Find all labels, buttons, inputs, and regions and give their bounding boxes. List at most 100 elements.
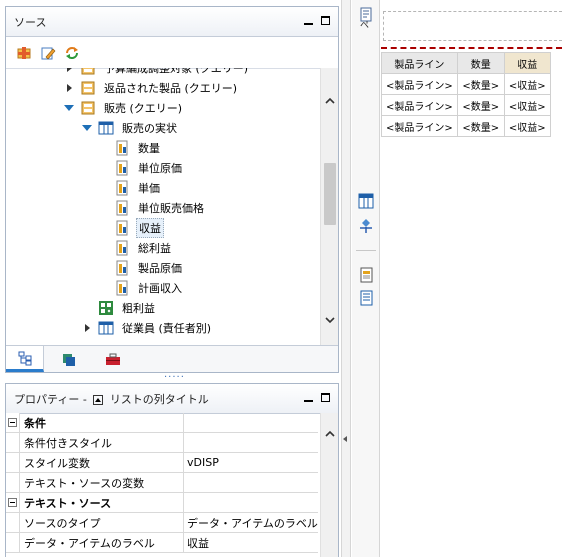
collapse-arrow-icon[interactable] <box>343 436 347 442</box>
tab-toolbox[interactable] <box>94 346 132 372</box>
property-value[interactable]: データ・アイテムのラベル <box>184 513 318 532</box>
list-row: <製品ライン> <数量> <収益> <box>381 94 551 116</box>
tree-item[interactable]: 単位原価 <box>114 158 184 178</box>
property-group-row[interactable]: テキスト・ソース <box>6 493 318 513</box>
property-value[interactable] <box>184 493 318 512</box>
property-value[interactable] <box>184 413 318 432</box>
insert-table-button[interactable] <box>357 192 375 210</box>
list-column-title-selected[interactable]: 収益 <box>503 52 551 74</box>
minimize-button[interactable] <box>304 399 313 402</box>
tree-item[interactable]: 計画収入 <box>114 278 184 298</box>
property-row[interactable]: ソースのタイプ データ・アイテムのラベル <box>6 513 318 533</box>
properties-panel-title: プロパティー - リストの列タイトル <box>14 391 209 407</box>
list-cell[interactable]: <数量> <box>456 94 505 116</box>
expand-right-icon[interactable] <box>64 68 74 73</box>
expand-down-icon[interactable] <box>64 103 74 113</box>
tree-item[interactable]: 返品された製品 (クエリー) <box>64 78 239 98</box>
collapse-group-icon[interactable] <box>8 418 17 427</box>
document-list-icon <box>360 290 373 306</box>
list-cell[interactable]: <製品ライン> <box>381 115 458 137</box>
select-ancestor-icon[interactable] <box>93 394 104 405</box>
list-cell[interactable]: <数量> <box>456 73 505 95</box>
tree-item[interactable]: 数量 <box>114 138 162 158</box>
tree-item[interactable]: 予算編成調整対象 (クエリー) <box>64 68 250 78</box>
tree-item-label: 販売 (クエリー) <box>104 102 183 115</box>
tab-data-items[interactable] <box>50 346 88 372</box>
list-cell[interactable]: <製品ライン> <box>381 73 458 95</box>
tree-item-label: 単価 <box>138 182 160 195</box>
query-icon <box>81 101 95 115</box>
tree-item[interactable]: 収益 <box>114 218 164 238</box>
list-cell[interactable]: <数量> <box>456 115 505 137</box>
tree-item[interactable]: 製品原価 <box>114 258 184 278</box>
property-group-row[interactable]: 条件 <box>6 413 318 433</box>
properties-scrollbar[interactable] <box>320 413 338 557</box>
tree-item[interactable]: 粗利益 <box>82 298 157 318</box>
expand-down-icon[interactable] <box>82 123 92 133</box>
tree-item[interactable]: 販売の実状 <box>82 118 179 138</box>
property-name: テキスト・ソース <box>20 493 184 512</box>
maximize-button[interactable] <box>321 393 330 402</box>
query-subject-icon <box>98 121 114 135</box>
tab-source[interactable] <box>6 346 44 372</box>
properties-title-prefix: プロパティー - <box>14 392 87 406</box>
list-cell[interactable]: <収益> <box>503 94 551 116</box>
scroll-down-icon[interactable] <box>325 315 335 325</box>
list-row: <製品ライン> <数量> <収益> <box>381 73 551 95</box>
edit-icon[interactable] <box>40 45 56 61</box>
tree-item[interactable]: 単価 <box>114 178 162 198</box>
list-cell[interactable]: <収益> <box>503 73 551 95</box>
property-name: 条件付きスタイル <box>20 433 184 452</box>
collapse-group-icon[interactable] <box>8 498 17 507</box>
property-name: スタイル変数 <box>20 453 184 472</box>
insert-member-icon[interactable] <box>16 45 32 61</box>
page-header-area[interactable] <box>383 11 562 41</box>
tree-scrollbar[interactable] <box>320 68 338 345</box>
expand-right-icon[interactable] <box>82 323 92 333</box>
minimize-button[interactable] <box>304 22 313 25</box>
property-value[interactable] <box>184 433 318 452</box>
tree-item[interactable]: 従業員 (責任者別) <box>82 318 213 338</box>
property-row[interactable]: テキスト・ソースの変数 <box>6 473 318 493</box>
pane-splitter[interactable] <box>341 0 351 557</box>
tree-item-label: 粗利益 <box>122 302 155 315</box>
condition-explorer-button[interactable] <box>357 289 375 307</box>
measure-icon <box>116 240 128 256</box>
property-value[interactable]: 収益 <box>184 533 318 552</box>
property-value[interactable] <box>184 473 318 492</box>
tree-scrollbar-thumb[interactable] <box>324 163 336 225</box>
list[interactable]: 製品ライン 数量 収益 <製品ライン> <数量> <収益> <製品ライン> <数… <box>381 52 551 137</box>
property-value[interactable]: vDISP <box>184 453 318 472</box>
tree-item-label: 製品原価 <box>138 262 182 275</box>
measure-icon <box>116 180 128 196</box>
tree-item[interactable]: 販売 (クエリー) <box>64 98 184 118</box>
source-panel: ソース 予算編成調整対象 (クエリー) 返品された製品 (クエリー) 販売 (クエリ… <box>5 6 339 373</box>
maximize-button[interactable] <box>321 16 330 25</box>
table-icon <box>358 193 374 209</box>
list-header-row: 製品ライン 数量 収益 <box>381 52 551 74</box>
list-cell[interactable]: <収益> <box>503 115 551 137</box>
tree-item[interactable]: 単位販売価格 <box>114 198 206 218</box>
property-row[interactable]: データ・アイテムのラベル 収益 <box>6 533 318 553</box>
list-column-title[interactable]: 製品ライン <box>381 52 458 74</box>
tree-item-label: 収益 <box>136 218 164 238</box>
expand-right-icon[interactable] <box>64 83 74 93</box>
panel-resize-handle[interactable]: ····· <box>164 372 185 383</box>
query-explorer-button[interactable] <box>357 217 375 235</box>
list-cell[interactable]: <製品ライン> <box>381 94 458 116</box>
calculation-icon <box>99 301 113 315</box>
property-row[interactable]: 条件付きスタイル <box>6 433 318 453</box>
list-column-title[interactable]: 数量 <box>456 52 505 74</box>
report-properties-button[interactable] <box>357 266 375 284</box>
toolbox-separator <box>356 250 376 251</box>
query-icon <box>81 81 95 95</box>
tree-item[interactable]: 総利益 <box>114 238 173 258</box>
report-page-icon <box>360 267 373 283</box>
scroll-up-icon[interactable] <box>325 429 335 439</box>
tree-item-label: 販売の実状 <box>122 122 177 135</box>
property-row[interactable]: スタイル変数 vDISP <box>6 453 318 473</box>
toolbox-icon <box>106 353 120 365</box>
refresh-icon[interactable] <box>64 45 80 61</box>
scroll-up-icon[interactable] <box>325 96 335 106</box>
tree-item-label: 数量 <box>138 142 160 155</box>
